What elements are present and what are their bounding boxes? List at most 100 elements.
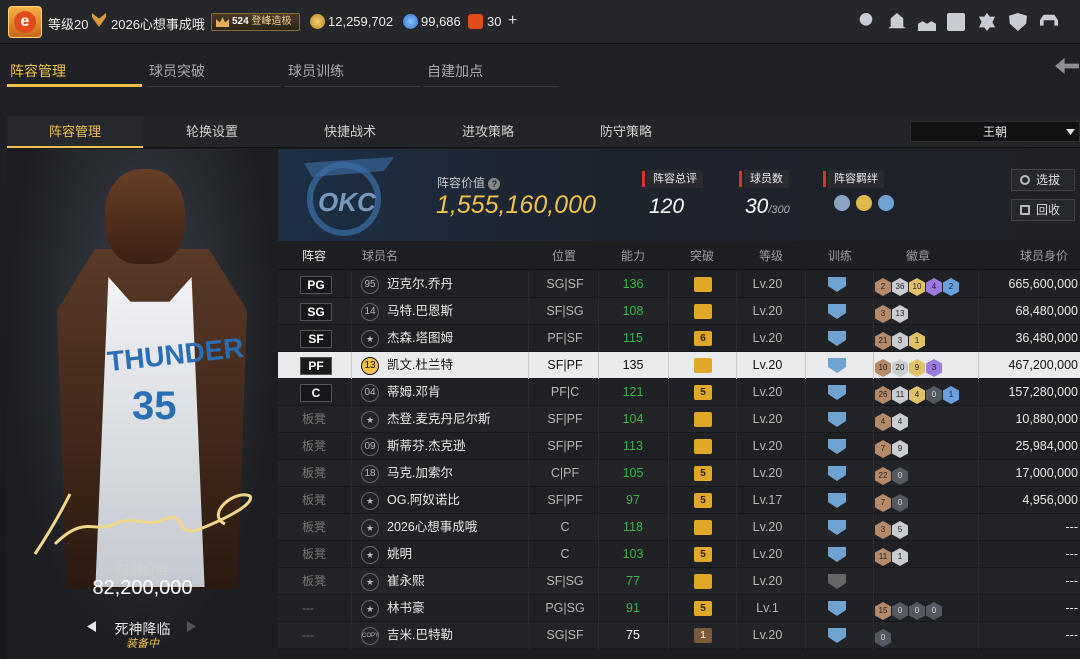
badge-icon[interactable]: 7: [875, 440, 891, 458]
player-name[interactable]: 马克.加索尔: [387, 460, 453, 487]
badge-icon[interactable]: 7: [875, 494, 891, 512]
badge-icon[interactable]: 13: [892, 305, 908, 323]
col-slot[interactable]: 阵容: [302, 242, 326, 270]
subtab-quick-tactics[interactable]: 快捷战术: [282, 116, 418, 148]
player-name[interactable]: 斯蒂芬.杰克逊: [387, 433, 465, 460]
player-name[interactable]: OG.阿奴诺比: [387, 487, 460, 514]
training-icon[interactable]: [828, 520, 846, 535]
tab-lineup-management[interactable]: 阵容管理: [7, 60, 142, 87]
breakthrough-icon[interactable]: 5: [694, 385, 712, 400]
col-breakthrough[interactable]: 突破: [690, 242, 714, 270]
breakthrough-icon[interactable]: 5: [694, 493, 712, 508]
slot-badge[interactable]: PF: [300, 357, 332, 375]
slot-badge[interactable]: SF: [300, 330, 332, 348]
training-icon[interactable]: [828, 277, 846, 292]
badge-icon[interactable]: 0: [892, 467, 908, 485]
player-name[interactable]: 迈克尔.乔丹: [387, 271, 453, 298]
table-row[interactable]: --- ★ 林书豪 PG|SG 91 5 Lv.1 15 0 0 0 ---: [278, 595, 1080, 622]
training-icon[interactable]: [828, 412, 846, 427]
table-row[interactable]: 板凳 ★ 杰登.麦克丹尼尔斯 SF|PF 104 Lv.20 44 10,880…: [278, 406, 1080, 433]
profile-icon[interactable]: [859, 13, 873, 26]
training-icon[interactable]: [828, 628, 846, 643]
col-name[interactable]: 球员名: [362, 242, 398, 270]
subtab-lineup[interactable]: 阵容管理: [7, 116, 143, 148]
bond-icon[interactable]: [878, 195, 894, 211]
badge-icon[interactable]: 4: [875, 413, 891, 431]
badge-icon[interactable]: 9: [909, 359, 925, 377]
tab-player-training[interactable]: 球员训练: [285, 60, 420, 87]
badge-icon[interactable]: 22: [875, 467, 891, 485]
badge-icon[interactable]: 11: [875, 548, 891, 566]
shield-icon[interactable]: [1009, 13, 1027, 31]
col-level[interactable]: 等级: [759, 242, 783, 270]
col-value[interactable]: 球员身价: [1020, 242, 1068, 270]
player-name[interactable]: 蒂姆.邓肯: [387, 379, 440, 406]
training-icon[interactable]: [828, 439, 846, 454]
col-badges[interactable]: 徽章: [906, 242, 930, 270]
table-row[interactable]: --- COPY 吉米.巴特勒 SG|SF 75 1 Lv.20 0 ---: [278, 622, 1080, 649]
breakthrough-icon[interactable]: [694, 412, 712, 427]
table-row[interactable]: PF 13 凯文.杜兰特 SF|PF 135 Lv.20 10 20 9 3 467,…: [278, 352, 1080, 379]
player-name[interactable]: 林书豪: [387, 595, 425, 622]
training-icon[interactable]: [828, 574, 846, 589]
badge-icon[interactable]: 1: [909, 332, 925, 350]
breakthrough-icon[interactable]: [694, 574, 712, 589]
table-row[interactable]: PG 95 迈克尔.乔丹 SG|SF 136 Lv.20 2 36 10 4 2 665…: [278, 271, 1080, 298]
table-row[interactable]: 板凳 ★ 崔永熙 SF|SG 77 Lv.20 ---: [278, 568, 1080, 595]
tab-custom-points[interactable]: 自建加点: [424, 60, 559, 87]
table-row[interactable]: 板凳 09 斯蒂芬.杰克逊 SF|PF 113 Lv.20 79 25,984,…: [278, 433, 1080, 460]
player-card[interactable]: THUNDER 35 时刻价值 82,200,000 死神降临 装备中: [7, 149, 278, 659]
team-select-dropdown[interactable]: 王朝: [910, 121, 1080, 142]
badge-icon[interactable]: 1: [892, 548, 908, 566]
video-icon[interactable]: [947, 13, 965, 31]
breakthrough-icon[interactable]: [694, 304, 712, 319]
player-name[interactable]: 崔永熙: [387, 568, 425, 595]
badge-icon[interactable]: 36: [892, 278, 908, 296]
badge-icon[interactable]: 0: [875, 629, 891, 647]
subtab-offense[interactable]: 进攻策略: [420, 116, 556, 148]
badge-icon[interactable]: 0: [926, 386, 942, 404]
bond-icon[interactable]: [834, 195, 850, 211]
training-icon[interactable]: [828, 493, 846, 508]
col-ability[interactable]: 能力: [621, 242, 645, 270]
notification-bell-icon[interactable]: [888, 13, 906, 29]
breakthrough-icon[interactable]: 1: [694, 628, 712, 643]
add-currency-button[interactable]: +: [508, 12, 517, 30]
player-name[interactable]: 凯文.杜兰特: [387, 352, 453, 379]
recycle-button[interactable]: 回收: [1011, 199, 1075, 221]
player-name[interactable]: 2026心想事成哦: [387, 514, 477, 541]
player-name[interactable]: 吉米.巴特勒: [387, 622, 453, 649]
badge-icon[interactable]: 4: [926, 278, 942, 296]
slot-badge[interactable]: SG: [300, 303, 332, 321]
training-icon[interactable]: [828, 601, 846, 616]
badge-icon[interactable]: 3: [926, 359, 942, 377]
col-position[interactable]: 位置: [552, 242, 576, 270]
badge-icon[interactable]: 4: [909, 386, 925, 404]
badge-icon[interactable]: 9: [892, 440, 908, 458]
settings-gear-icon[interactable]: [978, 13, 996, 31]
badge-icon[interactable]: 4: [892, 413, 908, 431]
badge-icon[interactable]: 0: [892, 494, 908, 512]
breakthrough-icon[interactable]: 5: [694, 466, 712, 481]
badge-icon[interactable]: 1: [943, 386, 959, 404]
breakthrough-icon[interactable]: [694, 277, 712, 292]
select-button[interactable]: 选拔: [1011, 169, 1075, 191]
help-icon[interactable]: ?: [488, 178, 501, 190]
subtab-defense[interactable]: 防守策略: [558, 116, 694, 148]
rank-badge[interactable]: 524 登峰造极: [211, 13, 300, 31]
badge-icon[interactable]: 21: [875, 332, 891, 350]
badge-icon[interactable]: 3: [892, 332, 908, 350]
badge-icon[interactable]: 26: [875, 386, 891, 404]
training-icon[interactable]: [828, 466, 846, 481]
table-row[interactable]: 板凳 ★ 2026心想事成哦 C 118 Lv.20 35 ---: [278, 514, 1080, 541]
subtab-rotation[interactable]: 轮换设置: [144, 116, 280, 148]
badge-icon[interactable]: 10: [875, 359, 891, 377]
breakthrough-icon[interactable]: [694, 520, 712, 535]
badge-icon[interactable]: 3: [875, 305, 891, 323]
tab-player-breakthrough[interactable]: 球员突破: [146, 60, 281, 87]
breakthrough-icon[interactable]: 6: [694, 331, 712, 346]
training-icon[interactable]: [828, 547, 846, 562]
badge-icon[interactable]: 10: [909, 278, 925, 296]
badge-icon[interactable]: 2: [875, 278, 891, 296]
bond-icon[interactable]: [856, 195, 872, 211]
